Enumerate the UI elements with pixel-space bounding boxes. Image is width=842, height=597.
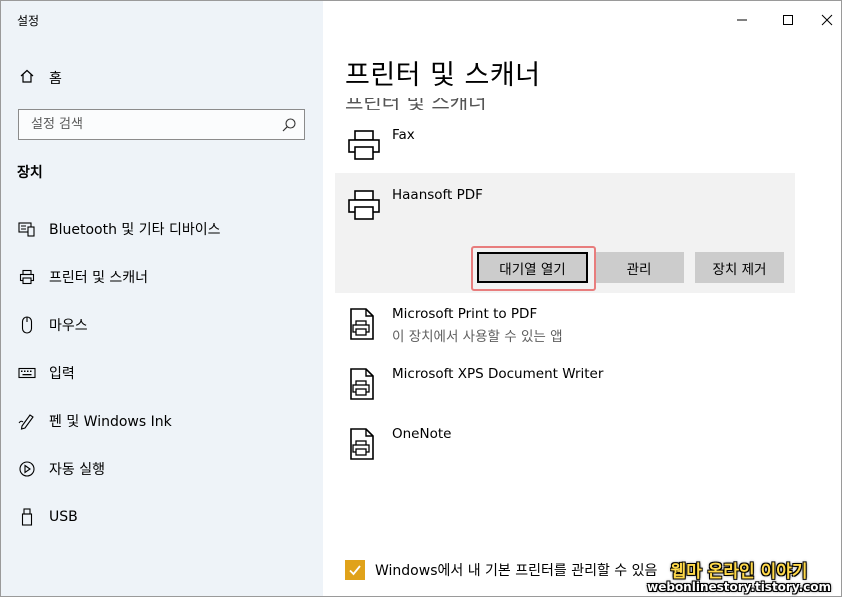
search-icon[interactable] (281, 117, 297, 137)
section-title: 장치 (17, 165, 43, 181)
sidebar-item-label: 자동 실행 (49, 462, 105, 478)
sidebar-item-bluetooth[interactable]: Bluetooth 및 기타 디바이스 (1, 209, 323, 249)
home-icon (19, 68, 35, 88)
document-printer-icon (347, 367, 377, 405)
printer-icon (17, 267, 37, 287)
sidebar-item-pen[interactable]: 펜 및 Windows Ink (1, 401, 323, 441)
sidebar: 설정 홈 장치 Bluetooth 및 기타 디바이스 프린터 및 스캐너 (1, 1, 323, 596)
printer-name: Fax (392, 127, 415, 143)
sidebar-item-usb[interactable]: USB (1, 497, 323, 537)
sidebar-item-mouse[interactable]: 마우스 (1, 305, 323, 345)
printer-item-microsoft-xps-document-writer[interactable]: Microsoft XPS Document Writer (335, 357, 795, 415)
default-printer-checkbox[interactable] (345, 560, 365, 580)
sidebar-item-label: Bluetooth 및 기타 디바이스 (49, 222, 221, 238)
document-printer-icon (347, 307, 377, 345)
sidebar-home-label: 홈 (49, 71, 62, 87)
bluetooth-devices-icon (17, 219, 37, 239)
sidebar-home[interactable]: 홈 (19, 67, 62, 89)
sidebar-item-printers[interactable]: 프린터 및 스캐너 (1, 257, 323, 297)
sidebar-item-label: 입력 (49, 366, 75, 382)
printer-subtitle: 이 장치에서 사용할 수 있는 앱 (392, 329, 563, 345)
settings-search-input[interactable] (19, 110, 279, 139)
printer-item-onenote[interactable]: OneNote (335, 417, 795, 475)
app-title: 설정 (17, 14, 40, 28)
maximize-button[interactable] (765, 1, 811, 39)
sidebar-item-input[interactable]: 입력 (1, 353, 323, 393)
document-printer-icon (347, 427, 377, 465)
page-title: 프린터 및 스캐너 (345, 60, 541, 91)
remove-device-button[interactable]: 장치 제거 (695, 252, 784, 283)
printer-icon (347, 129, 381, 165)
printer-icon (347, 189, 381, 225)
manage-button[interactable]: 관리 (594, 252, 684, 283)
default-printer-setting[interactable]: Windows에서 내 기본 프린터를 관리할 수 있음 (345, 559, 657, 581)
printer-name: OneNote (392, 426, 452, 442)
printer-item-microsoft-print-to-pdf[interactable]: Microsoft Print to PDF 이 장치에서 사용할 수 있는 앱 (335, 297, 795, 355)
minimize-icon (736, 11, 748, 30)
autoplay-icon (17, 459, 37, 479)
printer-name: Microsoft XPS Document Writer (392, 366, 604, 382)
sidebar-item-label: 마우스 (49, 318, 88, 334)
mouse-icon (17, 315, 37, 335)
sidebar-item-label: 프린터 및 스캐너 (49, 270, 149, 286)
default-printer-label: Windows에서 내 기본 프린터를 관리할 수 있음 (375, 563, 658, 579)
annotation-highlight (471, 246, 596, 291)
watermark-url: webonlinestory.tistory.com (647, 580, 831, 595)
checkmark-icon (349, 565, 361, 576)
maximize-icon (782, 11, 794, 30)
printer-name: Microsoft Print to PDF (392, 306, 538, 322)
scrolled-title-fragment: 프린터 및 스캐너 (345, 98, 487, 110)
settings-window: 설정 홈 장치 Bluetooth 및 기타 디바이스 프린터 및 스캐너 (0, 0, 842, 597)
close-button[interactable] (811, 1, 841, 39)
printer-name: Haansoft PDF (392, 187, 483, 203)
sidebar-item-label: USB (49, 509, 78, 525)
keyboard-icon (17, 363, 37, 383)
pen-icon (17, 411, 37, 431)
watermark: 웹마 온라인 이야기 webonlinestory.tistory.com (647, 561, 831, 595)
settings-search-box[interactable] (18, 109, 305, 140)
minimize-button[interactable] (719, 1, 765, 39)
watermark-title: 웹마 온라인 이야기 (670, 561, 808, 582)
usb-icon (17, 507, 37, 527)
close-icon (821, 11, 833, 30)
sidebar-item-autoplay[interactable]: 자동 실행 (1, 449, 323, 489)
sidebar-item-label: 펜 및 Windows Ink (49, 414, 172, 430)
printer-item-fax[interactable]: Fax (335, 117, 795, 173)
